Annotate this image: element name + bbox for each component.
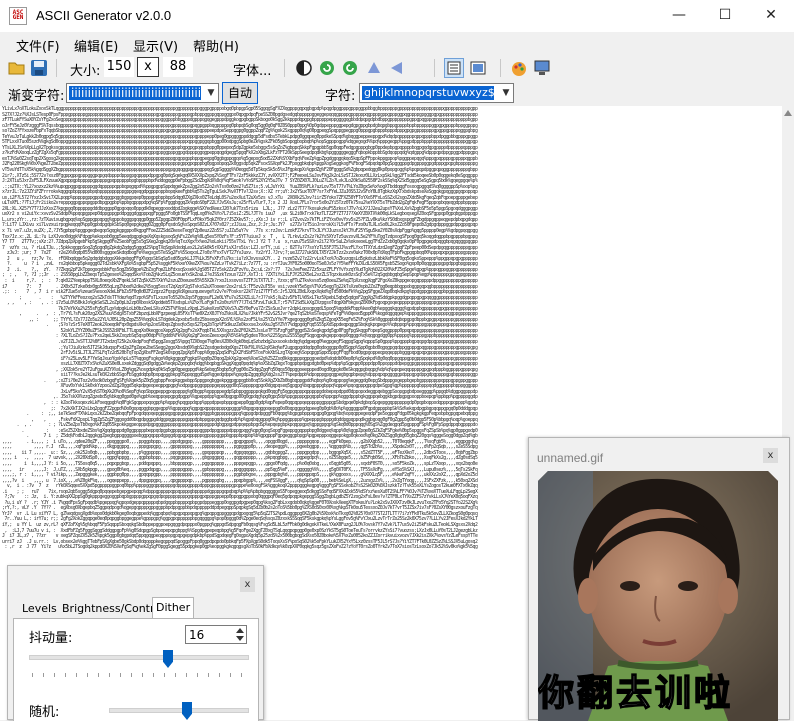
open-folder-icon[interactable] — [8, 59, 26, 77]
image-subtitle-text: 你翻去训啦 — [538, 672, 734, 715]
tab-dither[interactable]: Dither — [152, 597, 195, 620]
random-label: 随机: — [29, 705, 60, 720]
flip-horizontal-icon[interactable] — [388, 59, 406, 77]
text-output-icon[interactable] — [444, 58, 464, 78]
font-button[interactable]: 字体... — [233, 60, 271, 79]
dither-amount-label: 抖动量: — [29, 631, 73, 646]
toolbar: 大小: 150 x 88 字体... — [0, 54, 794, 82]
dither-panel: x Levels Brightness/Contrast Dither 抖动量:… — [7, 565, 264, 721]
maximize-button[interactable]: ☐ — [702, 0, 748, 32]
dither-amount-spinbox[interactable]: 16 — [185, 625, 247, 644]
scroll-up-arrow-icon[interactable] — [784, 110, 792, 116]
random-track[interactable] — [109, 708, 249, 713]
save-icon[interactable] — [30, 59, 48, 77]
dither-panel-close-button[interactable]: x — [240, 577, 255, 592]
menu-file[interactable]: 文件(F) — [16, 36, 60, 55]
size-lock-button[interactable]: x — [137, 57, 159, 77]
monitor-icon[interactable] — [533, 59, 551, 77]
menu-bar: 文件(F) 编辑(E) 显示(V) 帮助(H) — [0, 32, 794, 55]
image-output-icon[interactable] — [469, 59, 487, 77]
ramp-toolbar: 渐变字符: iiiiiiiiiiiiiiiiiiiiiiiiiiiiiiiiii… — [0, 82, 794, 106]
source-image: 你翻去训啦 — [538, 471, 778, 721]
title-bar: ASC GEN ASCII Generator v2.0.0 — ☐ ✕ — [0, 0, 794, 32]
dither-amount-value[interactable]: 16 — [189, 628, 204, 642]
chars-combobox[interactable]: ghijklmnopqrstuvwxyz$ ▼ — [359, 83, 514, 103]
app-logo-line2: GEN — [12, 14, 24, 21]
chars-dropdown-chevron-icon[interactable]: ▼ — [499, 84, 513, 102]
width-input[interactable]: 150 — [104, 57, 134, 77]
chars-selected-text[interactable]: ghijklmnopqrstuvwxyz$ — [362, 86, 494, 100]
rotate-right-icon[interactable] — [318, 59, 336, 77]
toolbar-separator — [284, 59, 285, 77]
spin-up-icon[interactable] — [236, 628, 244, 633]
color-palette-icon[interactable] — [510, 59, 528, 77]
toolbar-separator — [434, 59, 435, 77]
menu-help[interactable]: 帮助(H) — [193, 36, 239, 55]
minimize-button[interactable]: — — [656, 0, 702, 32]
image-panel-close-button[interactable]: x — [763, 448, 778, 463]
ramp-combobox[interactable]: iiiiiiiiiiiiiiiiiiiiiiiiiiiiiiiiiiiiiiii… — [66, 83, 219, 103]
toolbar-separator — [56, 59, 57, 77]
spin-down-icon[interactable] — [236, 636, 244, 641]
ascii-art-text: YLivLx7oXTLokuZxoxSkTLqggppppppppppppppp… — [2, 107, 478, 551]
invert-contrast-icon[interactable] — [295, 59, 313, 77]
dither-amount-track[interactable] — [29, 655, 249, 660]
ramp-label: 渐变字符: — [8, 89, 65, 104]
menu-view[interactable]: 显示(V) — [133, 36, 178, 55]
chars-label: 字符: — [325, 89, 356, 104]
height-input[interactable]: 88 — [163, 57, 193, 77]
tab-levels[interactable]: Levels — [19, 599, 60, 618]
ramp-selected-text[interactable]: iiiiiiiiiiiiiiiiiiiiiiiiiiiiiiiiiiiiiiii… — [69, 86, 201, 100]
rotate-left-icon[interactable] — [341, 59, 359, 77]
dither-amount-slider-thumb[interactable] — [163, 650, 173, 668]
image-filename: unnamed.gif — [537, 451, 604, 465]
image-preview-panel: x unnamed.gif 你翻去训啦 — [528, 437, 790, 721]
size-label: 大小: — [70, 64, 101, 79]
dither-tab-page: 抖动量: 16 随机: — [13, 618, 259, 721]
flip-vertical-icon[interactable] — [365, 59, 383, 77]
ramp-dropdown-chevron-icon[interactable]: ▼ — [204, 84, 218, 102]
close-button[interactable]: ✕ — [748, 0, 794, 32]
app-logo-icon: ASC GEN — [9, 7, 27, 25]
toolbar-separator — [500, 59, 501, 77]
random-slider-thumb[interactable] — [182, 702, 192, 720]
auto-button[interactable]: 自动 — [222, 82, 258, 104]
window-title: ASCII Generator v2.0.0 — [36, 8, 172, 23]
dither-amount-ticks — [32, 673, 246, 677]
menu-edit[interactable]: 编辑(E) — [74, 36, 118, 55]
